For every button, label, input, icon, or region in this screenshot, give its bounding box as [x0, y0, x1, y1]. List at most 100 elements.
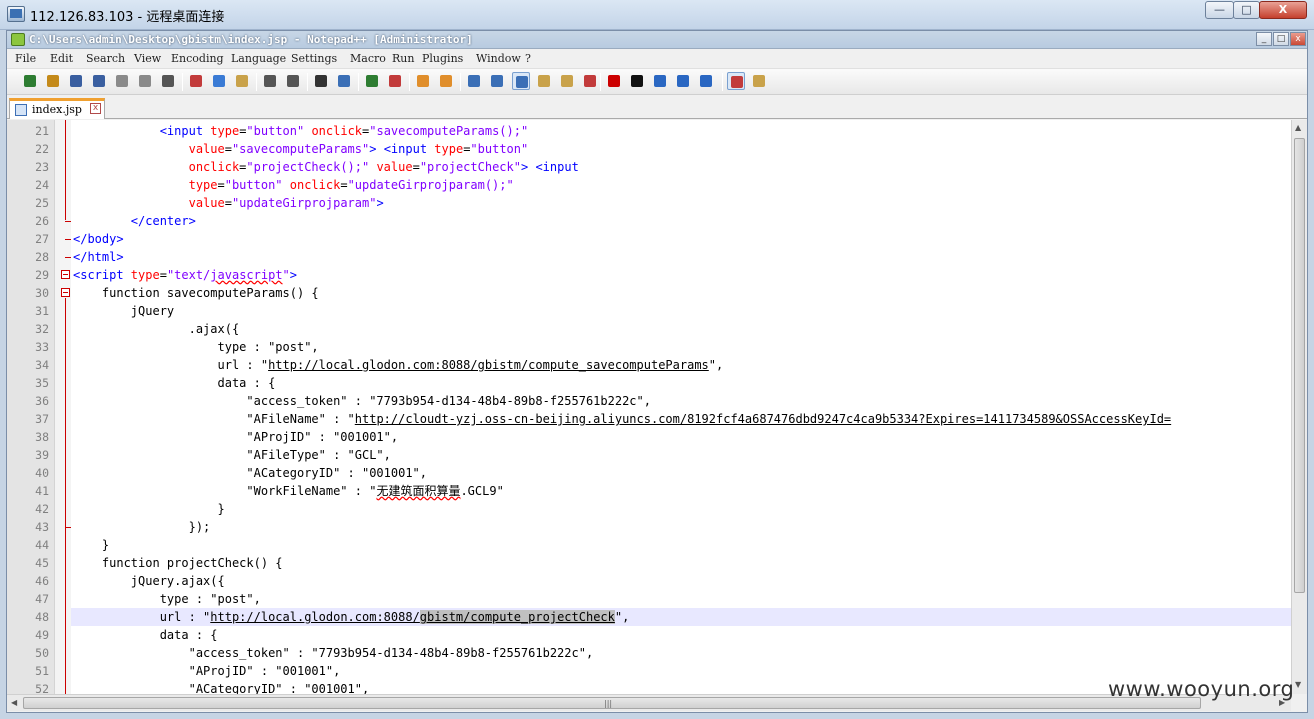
code-line[interactable]: "ACategoryID" : "001001", — [73, 464, 427, 482]
menu-help[interactable]: ? — [525, 52, 531, 65]
find-icon[interactable] — [312, 72, 330, 90]
code-line[interactable]: <script type="text/javascript"> — [73, 266, 297, 284]
fold-margin[interactable] — [55, 120, 71, 694]
code-line[interactable]: value="savecomputeParams"> <input type="… — [73, 140, 529, 158]
save-all-icon[interactable] — [90, 72, 108, 90]
show-all-chars-icon[interactable] — [488, 72, 506, 90]
code-line[interactable]: "access_token" : "7793b954-d134-48b4-89b… — [73, 644, 594, 662]
code-line[interactable]: jQuery.ajax({ — [73, 572, 225, 590]
zoom-in-icon[interactable] — [363, 72, 381, 90]
menu-edit[interactable]: Edit — [50, 52, 73, 65]
cut-icon[interactable] — [187, 72, 205, 90]
fold-toggle-icon[interactable] — [61, 288, 70, 297]
sync-horizontal-icon[interactable] — [437, 72, 455, 90]
code-line[interactable]: "AFileName" : "http://cloudt-yzj.oss-cn-… — [73, 410, 1171, 428]
npp-maximize-button[interactable]: □ — [1273, 32, 1289, 46]
code-line[interactable]: </center> — [73, 212, 196, 230]
sync-vertical-icon[interactable] — [414, 72, 432, 90]
maximize-button[interactable]: □ — [1233, 1, 1260, 19]
doc-map-icon[interactable] — [558, 72, 576, 90]
fold-toggle-icon[interactable] — [61, 270, 70, 279]
menu-settings[interactable]: Settings — [291, 52, 337, 65]
code-line[interactable]: url : "http://local.glodon.com:8088/gbis… — [73, 608, 629, 626]
code-line[interactable]: data : { — [73, 626, 218, 644]
notepadpp-titlebar[interactable]: C:\Users\admin\Desktop\gbistm\index.jsp … — [7, 31, 1307, 49]
npp-close-button[interactable]: x — [1290, 32, 1306, 46]
code-line[interactable]: jQuery — [73, 302, 174, 320]
menu-run[interactable]: Run — [392, 52, 414, 65]
code-line[interactable]: } — [73, 536, 109, 554]
code-line[interactable]: "AProjID" : "001001", — [73, 662, 341, 680]
code-editor[interactable]: 21 22 23 24 25 26 27 28 29 30 31 32 33 34 35 36 37 38 39 40… — [7, 120, 1291, 694]
code-line[interactable]: .ajax({ — [73, 320, 240, 338]
save-icon[interactable] — [67, 72, 85, 90]
record-macro-icon[interactable] — [605, 72, 623, 90]
remote-desktop-titlebar[interactable]: 112.126.83.103 - 远程桌面连接 — □ X — [0, 0, 1314, 30]
menu-view[interactable]: View — [134, 52, 161, 65]
tab-close-button[interactable]: x — [90, 103, 101, 114]
zoom-out-icon[interactable] — [386, 72, 404, 90]
code-line[interactable]: "access_token" : "7793b954-d134-48b4-89b… — [73, 392, 651, 410]
code-line[interactable]: } — [73, 500, 224, 518]
indent-guide-icon[interactable] — [512, 72, 530, 90]
horizontal-scrollbar[interactable]: ◀ ||| ▶ — [7, 694, 1291, 711]
scroll-up-icon[interactable]: ▲ — [1295, 123, 1301, 132]
code-line[interactable]: "WorkFileName" : "无建筑面积算量.GCL9" — [73, 482, 503, 500]
spell-check-options-icon[interactable] — [750, 72, 768, 90]
run-macro-multiple-icon[interactable] — [674, 72, 692, 90]
print-icon[interactable] — [159, 72, 177, 90]
close-all-icon[interactable] — [136, 72, 154, 90]
code-line[interactable]: type="button" onclick="updateGirprojpara… — [73, 176, 514, 194]
code-line[interactable]: <input type="button" onclick="savecomput… — [73, 122, 529, 140]
code-line[interactable]: type : "post", — [73, 590, 261, 608]
spell-check-icon[interactable] — [727, 72, 745, 90]
menu-file[interactable]: File — [15, 52, 36, 65]
vertical-scroll-thumb[interactable] — [1294, 138, 1305, 593]
redo-icon[interactable] — [284, 72, 302, 90]
npp-minimize-button[interactable]: _ — [1256, 32, 1272, 46]
menu-plugins[interactable]: Plugins — [422, 52, 463, 65]
code-token: value — [369, 160, 413, 174]
menu-window[interactable]: Window — [476, 52, 521, 65]
menu-language[interactable]: Language — [231, 52, 286, 65]
word-wrap-icon[interactable] — [465, 72, 483, 90]
code-line[interactable]: }); — [73, 518, 211, 536]
code-line[interactable]: function savecomputeParams() { — [73, 284, 319, 302]
code-line[interactable]: value="updateGirprojparam"> — [73, 194, 384, 212]
scroll-down-icon[interactable]: ▼ — [1295, 680, 1301, 689]
code-line[interactable]: </body> — [73, 230, 124, 248]
code-token: "button" — [224, 178, 283, 192]
play-macro-icon[interactable] — [651, 72, 669, 90]
undo-icon[interactable] — [261, 72, 279, 90]
new-file-icon[interactable] — [21, 72, 39, 90]
paste-icon[interactable] — [233, 72, 251, 90]
open-file-icon[interactable] — [44, 72, 62, 90]
code-line[interactable]: url : "http://local.glodon.com:8088/gbis… — [73, 356, 723, 374]
function-list-icon[interactable] — [581, 72, 599, 90]
menu-macro[interactable]: Macro — [350, 52, 386, 65]
code-line[interactable]: "AFileType" : "GCL", — [73, 446, 391, 464]
code-line[interactable]: function projectCheck() { — [73, 554, 283, 572]
close-button[interactable]: X — [1259, 1, 1307, 19]
stop-record-icon[interactable] — [628, 72, 646, 90]
code-line[interactable]: data : { — [73, 374, 275, 392]
menu-search[interactable]: Search — [86, 52, 125, 65]
copy-icon[interactable] — [210, 72, 228, 90]
vertical-scrollbar[interactable]: ▲ ▼ — [1291, 120, 1307, 694]
save-macro-icon[interactable] — [697, 72, 715, 90]
code-line[interactable]: "AProjID" : "001001", — [73, 428, 398, 446]
minimize-button[interactable]: — — [1205, 1, 1234, 19]
replace-icon[interactable] — [335, 72, 353, 90]
code-line[interactable]: "ACategoryID" : "001001", — [73, 680, 370, 694]
horizontal-scroll-thumb[interactable]: ||| — [23, 697, 1201, 709]
code-line[interactable]: </html> — [73, 248, 124, 266]
scroll-left-icon[interactable]: ◀ — [11, 698, 17, 707]
user-lang-icon[interactable] — [535, 72, 553, 90]
close-icon[interactable] — [113, 72, 131, 90]
remote-desktop-window: 112.126.83.103 - 远程桌面连接 — □ X C:\Users\a… — [0, 0, 1314, 719]
code-line[interactable]: type : "post", — [73, 338, 318, 356]
tab-index-jsp[interactable]: index.jsp x — [9, 98, 105, 119]
menu-encoding[interactable]: Encoding — [171, 52, 224, 65]
code-line[interactable]: onclick="projectCheck();" value="project… — [73, 158, 579, 176]
